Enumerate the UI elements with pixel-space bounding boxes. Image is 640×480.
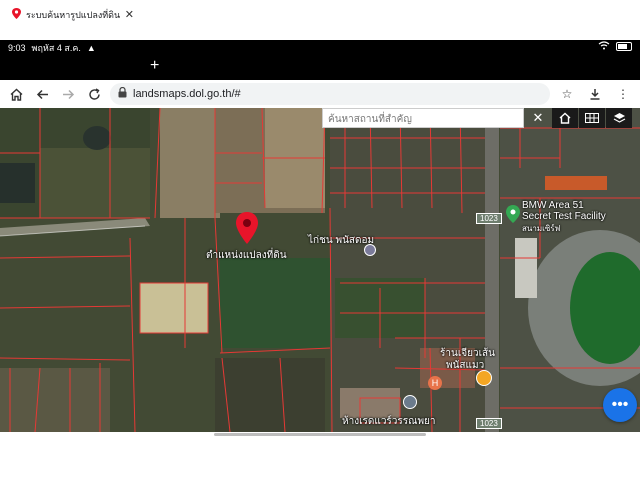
warning-icon: ▲ [86,43,96,53]
map-home-icon[interactable] [552,108,578,128]
home-icon[interactable] [3,81,29,107]
address-bar[interactable]: landsmaps.dol.go.th/# [110,83,550,105]
url-text: landsmaps.dol.go.th/# [133,88,241,100]
bottom-shop-label: ห้างเรดแวร์วรรณพยา [342,416,436,427]
stadium-label: สนามเซิร์ฟ [522,224,561,233]
road-shield-2: 1023 [476,418,502,429]
star-icon[interactable]: ☆ [556,83,578,105]
bmw-label-line1: BMW Area 51 [522,200,584,211]
orange-pin-icon[interactable] [476,370,492,386]
browser-tab[interactable]: ระบบค้นหารูปแปลงที่ดิน (Lan ✕ [6,3,140,26]
status-time: 9:03 [8,43,26,53]
new-tab-button[interactable]: + [150,56,159,76]
location-pin-icon [12,8,21,21]
place-pin-icon[interactable] [364,244,376,256]
temple-pin-icon[interactable] [403,395,417,409]
bottom-blank [0,432,640,480]
more-vert-icon[interactable]: ⋮ [612,83,634,105]
road-shield-1: 1023 [476,213,502,224]
tab-title: ระบบค้นหารูปแปลงที่ดิน (Lan [26,9,120,20]
layers-icon[interactable] [606,108,632,128]
forward-icon[interactable] [55,81,81,107]
more-options-button[interactable]: ••• [603,388,637,422]
wifi-icon [598,41,610,52]
tab-strip [0,54,640,80]
hotel-pin-icon[interactable]: H [428,376,442,390]
download-icon[interactable] [584,83,606,105]
marker-pin-shape [236,212,258,244]
battery-icon [616,42,632,51]
lock-icon [118,86,127,101]
grid-icon[interactable] [579,108,605,128]
place-search-input[interactable]: ค้นหาสถานที่สำคัญ [322,108,524,128]
close-tab-icon[interactable]: ✕ [125,8,134,21]
bmw-label-line2: Secret Test Facility [522,211,606,222]
scroll-handle[interactable] [214,433,426,436]
map-imagery [0,108,640,432]
clear-search-icon[interactable]: ✕ [528,108,548,128]
back-icon[interactable] [29,81,55,107]
satellite-map[interactable]: ตำแหน่งแปลงที่ดิน ไก่ชน พนัสดอม BMW Area… [0,108,640,432]
status-date: พฤหัส 4 ส.ค. [31,43,81,53]
status-bar: 9:03 พฤหัส 4 ส.ค. ▲ [0,40,640,54]
reload-icon[interactable] [81,81,107,107]
marker-label: ตำแหน่งแปลงที่ดิน [206,250,287,261]
